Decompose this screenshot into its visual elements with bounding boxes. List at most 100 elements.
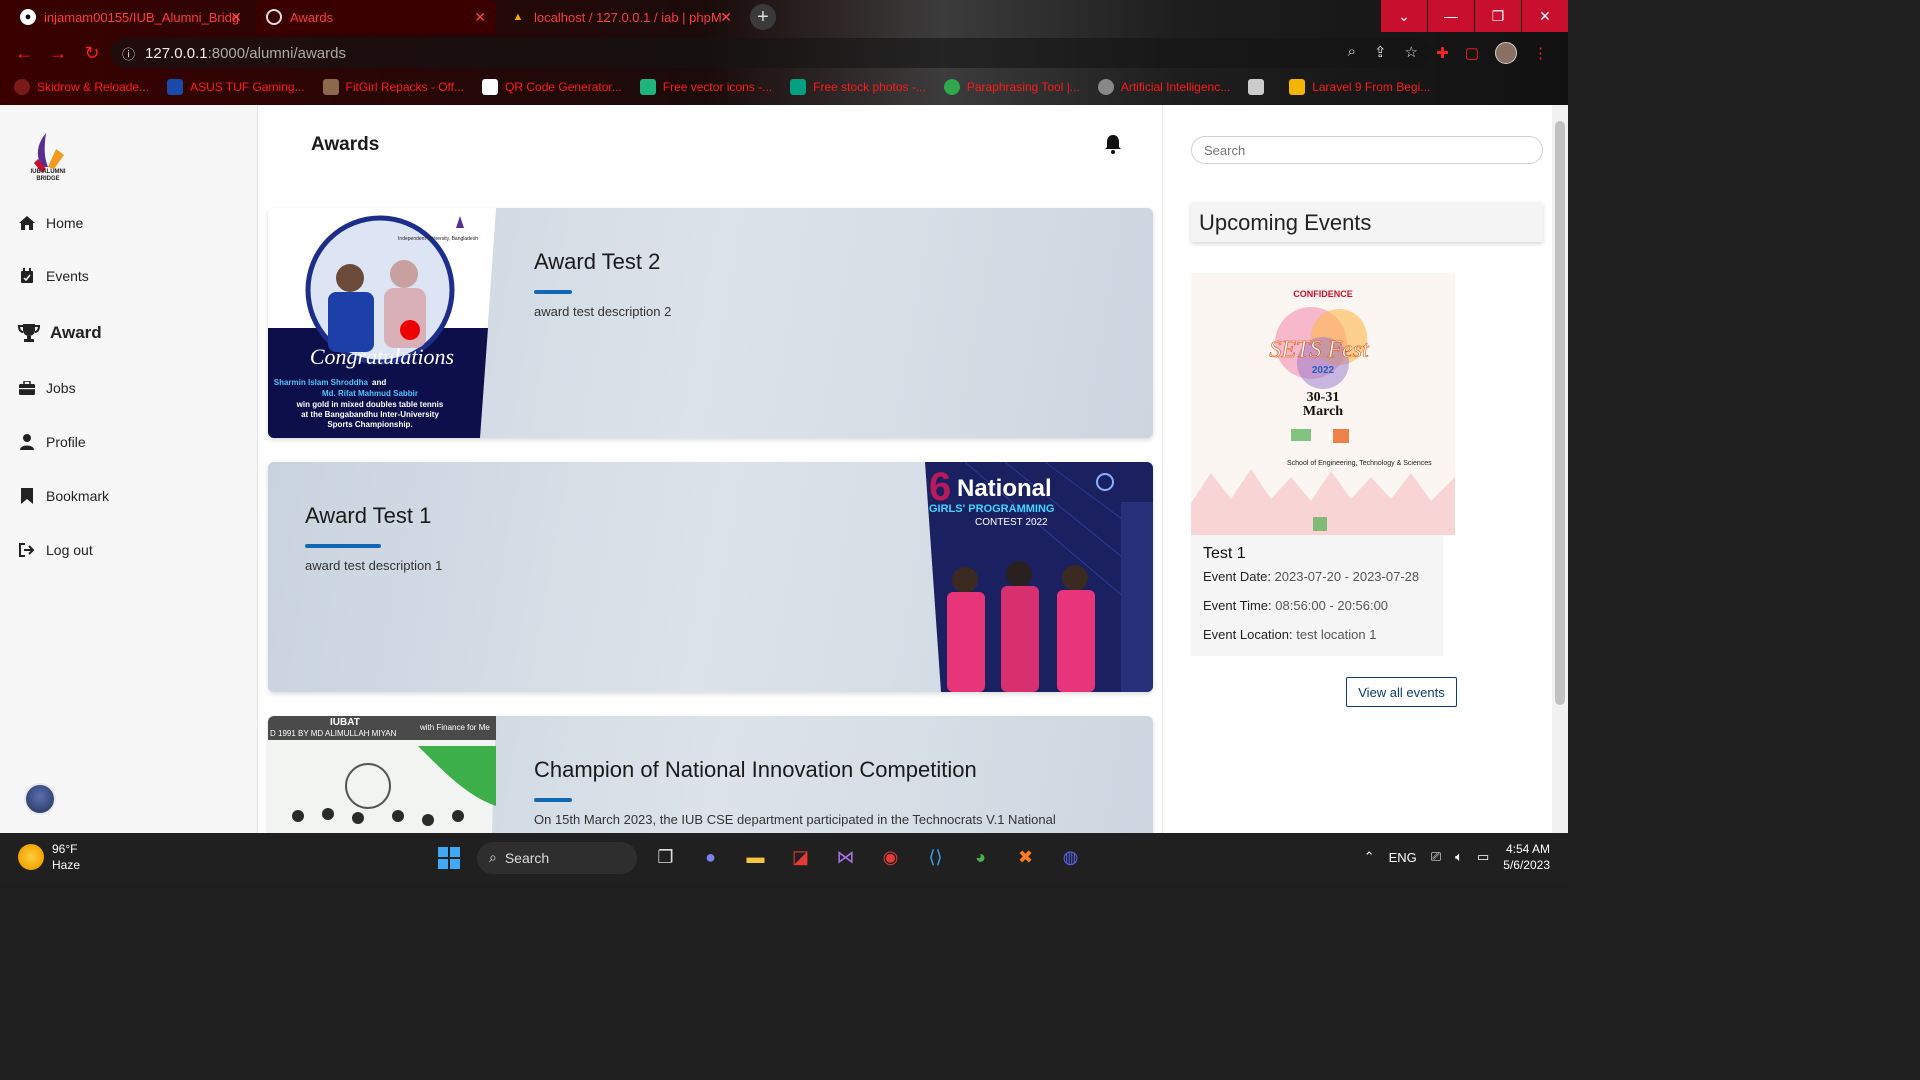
bell-icon[interactable] [1104, 134, 1122, 154]
award-card[interactable]: Congratulations Sharmin Islam Shroddha a… [268, 208, 1153, 438]
vscode-icon[interactable]: ⟨⟩ [919, 841, 952, 874]
profile-avatar[interactable] [1495, 42, 1517, 64]
visual-studio-icon[interactable]: ⋈ [829, 841, 862, 874]
discord-icon[interactable]: ◍ [1054, 841, 1087, 874]
sidebar-item-profile[interactable]: Profile [18, 434, 86, 450]
image-text-line: CONTEST 2022 [975, 517, 1048, 528]
maximize-button[interactable]: ❐ [1475, 0, 1521, 32]
chrome-alt-icon[interactable]: ◉ [874, 841, 907, 874]
bookmark-item[interactable]: Paraphrasing Tool |... [943, 79, 1080, 95]
award-description: On 15th March 2023, the IUB CSE departme… [534, 812, 1056, 827]
tab-phpmyadmin[interactable]: ▲ localhost / 127.0.0.1 / iab | phpM ✕ [500, 0, 742, 34]
url-host: 127.0.0.1 [145, 44, 208, 62]
bookmark-item[interactable]: Free stock photos -... [790, 79, 926, 95]
scrollbar-thumb[interactable] [1555, 121, 1565, 705]
search-icon: ⌕ [489, 849, 497, 865]
sidebar-item-label: Award [50, 323, 102, 342]
view-all-events-button[interactable]: View all events [1346, 677, 1457, 707]
back-icon[interactable]: ← [14, 43, 34, 64]
sidebar-item-jobs[interactable]: Jobs [18, 380, 76, 396]
close-icon[interactable]: ✕ [230, 9, 242, 26]
chevron-up-icon[interactable]: ⌃ [1364, 849, 1375, 865]
event-title: Test 1 [1203, 545, 1246, 562]
menu-icon[interactable]: ⋮ [1533, 44, 1548, 62]
event-location: Event Location: test location 1 [1203, 627, 1431, 642]
sidebar-item-label: Log out [46, 542, 93, 558]
zoom-icon[interactable]: ⌕ [1348, 43, 1356, 61]
xampp-icon[interactable]: ✖ [1009, 841, 1042, 874]
user-avatar[interactable] [24, 783, 56, 815]
bookmark-item[interactable] [1248, 79, 1271, 95]
sidebar-item-home[interactable]: Home [18, 215, 83, 231]
bookmark-item[interactable]: FitGirl Repacks - Off... [322, 79, 464, 95]
image-text-line: at the Bangabandhu Inter-University [301, 410, 439, 419]
bookmark-item[interactable]: Artificial Intelligenc... [1097, 79, 1230, 95]
briefcase-icon [18, 380, 36, 396]
omnibox-actions: ⌕ ⇪ ☆ [1348, 43, 1418, 61]
bookmark-item[interactable]: QR Code Generator... [482, 79, 622, 95]
search-input[interactable] [1191, 136, 1543, 164]
sidebar-item-label: Bookmark [46, 488, 110, 504]
logout-icon [18, 542, 36, 558]
title-underline [305, 544, 381, 548]
right-panel: Upcoming Events CONFIDENCE SETS Fest 202… [1162, 105, 1552, 833]
weather-temp: 96°F [52, 842, 78, 856]
sidebar-item-label: Jobs [46, 380, 76, 396]
main-content: Awards Congratulations Sharmin Islam Shr… [258, 105, 1162, 833]
windows-start-icon[interactable] [432, 841, 465, 874]
award-card[interactable]: Award Test 1 award test description 1 Na… [268, 462, 1153, 692]
volume-icon[interactable]: 🔈︎ [1455, 849, 1463, 865]
share-icon[interactable]: ⇪ [1374, 43, 1387, 61]
close-icon[interactable]: ✕ [720, 9, 732, 26]
weather-condition: Haze [52, 858, 81, 872]
title-underline [534, 290, 572, 294]
sidebar-item-award[interactable]: Award [18, 323, 102, 343]
app-icon[interactable]: ◪ [784, 841, 817, 874]
close-icon[interactable]: ✕ [474, 9, 486, 26]
info-icon[interactable]: ⓘ [122, 44, 135, 63]
extension-icon[interactable]: ✚ [1436, 44, 1449, 62]
language-indicator[interactable]: ENG [1389, 850, 1417, 865]
taskbar-search-label: Search [504, 849, 550, 866]
image-text-line: win gold in mixed doubles table tennis [296, 400, 444, 409]
close-window-button[interactable]: ✕ [1522, 0, 1568, 32]
award-card[interactable]: IUBAT D 1991 BY MD ALIMULLAH MIYAN with … [268, 716, 1153, 833]
bookmark-label: QR Code Generator... [505, 80, 622, 94]
bookmark-favicon-icon [790, 79, 807, 95]
tab-github[interactable]: ● injamam00155/IUB_Alumni_Bridg ✕ [10, 0, 252, 34]
page-scrollbar[interactable] [1552, 105, 1568, 833]
new-tab-button[interactable]: + [750, 4, 776, 30]
extension-icon[interactable]: ▢ [1465, 44, 1479, 62]
bookmark-favicon-icon [322, 79, 339, 95]
chevron-down-icon[interactable]: ⌄ [1381, 0, 1427, 32]
bookmark-item[interactable]: ASUS TUF Gaming... [167, 79, 305, 95]
forward-icon[interactable]: → [48, 43, 68, 64]
clock-date: 5/6/2023 [1503, 858, 1550, 872]
weather-widget[interactable]: 96°F Haze [18, 841, 80, 873]
battery-icon[interactable]: ▭ [1477, 849, 1489, 865]
calendar-icon [18, 268, 36, 284]
file-explorer-icon[interactable]: ▬ [739, 841, 772, 874]
star-icon[interactable]: ☆ [1405, 43, 1418, 61]
taskbar-search[interactable]: ⌕ Search [477, 841, 637, 874]
address-bar[interactable]: ⓘ 127.0.0.1:8000/alumni/awards [110, 38, 1430, 68]
bookmark-item[interactable]: Skidrow & Reloade... [14, 79, 149, 95]
teams-chat-icon[interactable]: ● [694, 841, 727, 874]
clock[interactable]: 4:54 AM 5/6/2023 [1503, 841, 1550, 873]
bookmark-item[interactable]: Free vector icons -... [639, 79, 772, 95]
tab-awards[interactable]: Awards ✕ [256, 0, 496, 34]
task-view-icon[interactable]: ❐ [649, 841, 682, 874]
sidebar-item-bookmark[interactable]: Bookmark [18, 488, 109, 504]
network-icon[interactable]: ⎚ [1431, 849, 1441, 865]
bookmark-favicon-icon [482, 79, 499, 95]
sidebar-item-label: Home [46, 215, 84, 231]
tab-title: localhost / 127.0.0.1 / iab | phpM [534, 9, 722, 25]
image-text-line: 2022 [1312, 365, 1335, 376]
event-card[interactable]: CONFIDENCE SETS Fest 2022 30-31 March Sc… [1191, 273, 1455, 665]
chrome-icon[interactable]: ◕ [964, 841, 997, 874]
sidebar-item-logout[interactable]: Log out [18, 542, 93, 558]
reload-icon[interactable]: ↻ [82, 43, 102, 64]
bookmark-item[interactable]: Laravel 9 From Begi... [1289, 79, 1430, 95]
minimize-button[interactable]: — [1428, 0, 1474, 32]
sidebar-item-events[interactable]: Events [18, 268, 89, 284]
